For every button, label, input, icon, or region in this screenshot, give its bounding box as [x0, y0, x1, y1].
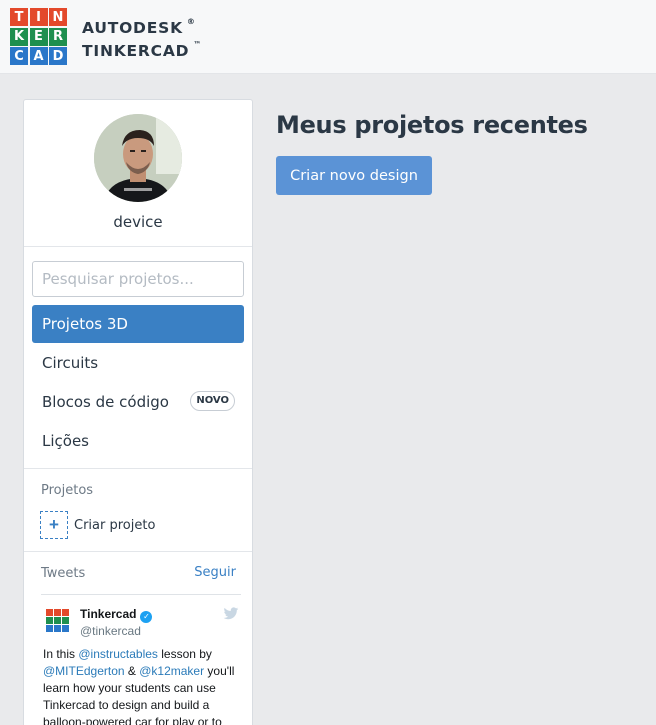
brand-line-tinkercad: TINKERCAD ™ [82, 40, 203, 61]
logo-letter-cell: E [29, 27, 48, 46]
search-input[interactable] [32, 261, 244, 297]
tweet-author[interactable]: Tinkercad ✓ [80, 607, 153, 623]
create-project-label: Criar projeto [74, 517, 156, 533]
nav-item-label: Circuits [42, 354, 99, 372]
tweet-text: In this @instructables lesson by @MITEdg… [41, 646, 241, 725]
nav-item-3d-projects[interactable]: Projetos 3D [32, 305, 244, 343]
page-title: Meus projetos recentes [276, 111, 588, 139]
brand-wordmark[interactable]: AUTODESK ® TINKERCAD ™ [82, 15, 202, 61]
tweet-text-fragment: lesson by [157, 647, 212, 661]
tweet-card: Tinkercad ✓ @tinkercad In this @instructa… [41, 594, 241, 725]
tweets-section-label: Tweets [41, 566, 86, 581]
divider [24, 246, 252, 247]
logo-letter-cell: R [49, 27, 67, 46]
create-project-button[interactable]: + Criar projeto [40, 510, 155, 540]
nav-item-circuits[interactable]: Circuits [32, 344, 244, 382]
tweet-avatar-cell [46, 609, 53, 616]
new-badge: NOVO [190, 391, 235, 411]
tweet-mention-link[interactable]: @instructables [78, 647, 158, 661]
tweet-avatar-cell [46, 617, 53, 624]
logo-letter-cell: D [49, 47, 67, 65]
tweet-text-fragment: & [124, 664, 140, 678]
logo-letter-cell: N [49, 8, 67, 26]
avatar-photo [94, 114, 182, 202]
tinkercad-logo[interactable]: TIN KER CAD [10, 8, 68, 65]
logo-letter-cell: C [10, 47, 28, 65]
tweet-header: Tinkercad ✓ @tinkercad [41, 604, 241, 642]
tweet-avatar-cell [62, 609, 69, 616]
username[interactable]: device [24, 213, 252, 231]
nav-item-label: Lições [42, 432, 89, 450]
tweet-handle[interactable]: @tinkercad [80, 624, 141, 638]
tweet-mention-link[interactable]: @k12maker [139, 664, 204, 678]
top-bar: TIN KER CAD AUTODESK ® TINKERCAD ™ [0, 0, 656, 74]
nav-item-lessons[interactable]: Lições [32, 422, 244, 460]
plus-icon: + [40, 511, 68, 539]
brand-line-autodesk: AUTODESK ® [82, 17, 196, 38]
tweet-avatar-cell [54, 625, 61, 632]
tweet-avatar-cell [62, 617, 69, 624]
sidebar: device Projetos 3D Circuits Blocos de có… [23, 99, 253, 725]
create-new-design-button[interactable]: Criar novo design [276, 156, 432, 195]
logo-letter-cell: K [10, 27, 28, 46]
divider [24, 551, 252, 552]
verified-icon: ✓ [140, 611, 153, 623]
tweet-avatar[interactable] [46, 609, 70, 633]
tweet-avatar-cell [54, 609, 61, 616]
tweet-text-fragment: In this [43, 647, 79, 661]
twitter-bird-icon[interactable] [223, 607, 239, 621]
follow-link[interactable]: Seguir [194, 565, 236, 580]
nav-item-label: Blocos de código [42, 393, 169, 411]
tweet-mention-link[interactable]: @MITEdgerton [43, 664, 125, 678]
divider [24, 468, 252, 469]
tweet-avatar-cell [46, 625, 53, 632]
tweet-avatar-cell [54, 617, 61, 624]
tweet-avatar-cell [62, 625, 69, 632]
nav-item-code-blocks[interactable]: Blocos de código NOVO [32, 383, 244, 421]
avatar[interactable] [94, 114, 182, 202]
nav-item-label: Projetos 3D [42, 315, 128, 333]
logo-letter-cell: T [10, 8, 28, 26]
logo-letter-cell: I [29, 8, 48, 26]
logo-letter-cell: A [29, 47, 48, 65]
projects-section-label: Projetos [41, 483, 94, 498]
